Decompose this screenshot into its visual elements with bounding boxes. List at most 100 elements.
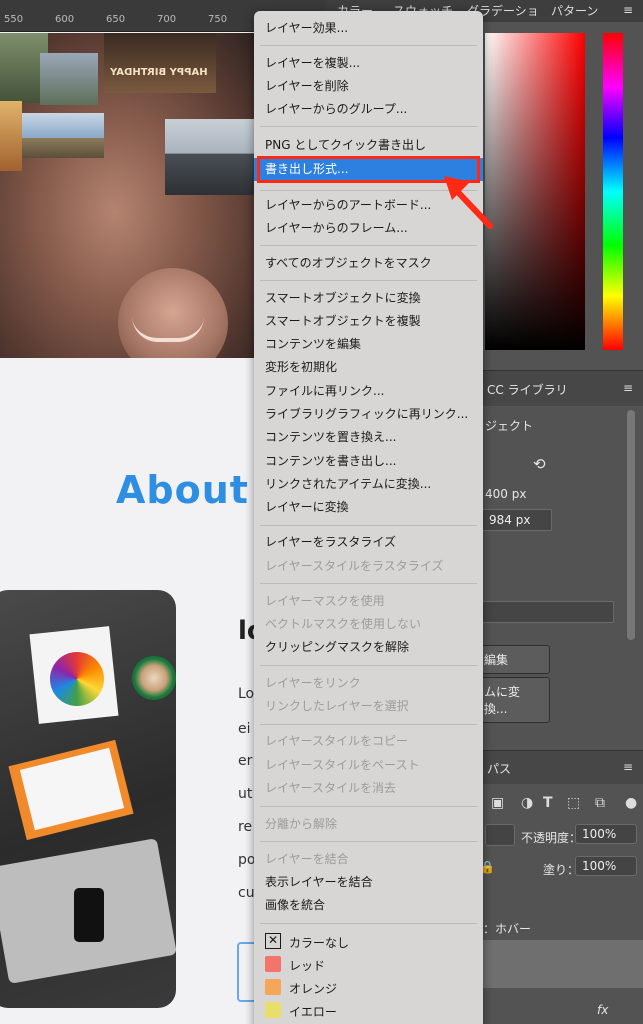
menu-item-enable-layer-mask: レイヤーマスクを使用 bbox=[265, 594, 385, 608]
menu-item-release-isolation: 分離から解除 bbox=[265, 817, 338, 831]
menu-item-link-layers: レイヤーをリンク bbox=[265, 676, 361, 690]
menu-item-disable-vector-mask: ベクトルマスクを使用しない bbox=[265, 617, 422, 631]
building-photo bbox=[165, 119, 255, 195]
opacity-field[interactable]: 100% bbox=[575, 824, 637, 844]
menu-separator bbox=[260, 126, 477, 127]
paragraph-fragment: Lo bbox=[238, 686, 255, 702]
type-filter-icon[interactable]: T bbox=[543, 795, 553, 811]
blend-mode-select[interactable] bbox=[485, 824, 515, 846]
fill-field[interactable]: 100% bbox=[575, 856, 637, 876]
menu-separator bbox=[260, 525, 477, 526]
properties-scrollbar[interactable] bbox=[627, 410, 635, 640]
fx-icon[interactable]: fx bbox=[597, 1003, 608, 1017]
layer-context-menu: レイヤー効果... レイヤーを複製... レイヤーを削除 レイヤーからのグループ… bbox=[254, 11, 483, 1024]
collage-photo bbox=[22, 113, 104, 158]
filter-toggle-icon[interactable]: ● bbox=[625, 795, 637, 811]
tab-cc-libraries[interactable]: CC ライブラリ bbox=[487, 381, 568, 398]
edit-contents-button[interactable]: 編集 bbox=[475, 645, 550, 674]
menu-item-copy-layer-style: レイヤースタイルをコピー bbox=[265, 734, 409, 748]
menu-item-convert-linked[interactable]: リンクされたアイテムに変換... bbox=[254, 473, 483, 496]
color-label: オレンジ bbox=[289, 982, 338, 996]
height-field[interactable]: 984 px bbox=[482, 509, 552, 531]
color-wheel bbox=[50, 652, 104, 706]
phone bbox=[74, 888, 104, 942]
no-color-icon: ✕ bbox=[265, 933, 281, 949]
menu-item-convert-to-layers[interactable]: レイヤーに変換 bbox=[254, 496, 483, 519]
properties-object-label: ジェクト bbox=[485, 419, 534, 433]
desk-photo bbox=[0, 590, 176, 1008]
ruler-label: 650 bbox=[106, 14, 126, 25]
menu-item-export-contents[interactable]: コンテンツを書き出し... bbox=[254, 450, 483, 473]
menu-item-flatten-image[interactable]: 画像を統合 bbox=[254, 894, 483, 917]
callout-arrow-icon bbox=[444, 176, 493, 229]
paragraph-fragment: re bbox=[238, 819, 253, 835]
menu-item-convert-smart-object[interactable]: スマートオブジェクトに変換 bbox=[254, 287, 483, 310]
menu-separator bbox=[260, 665, 477, 666]
finger-image bbox=[118, 268, 228, 358]
tab-paths[interactable]: パス bbox=[487, 760, 511, 777]
menu-item-replace-contents[interactable]: コンテンツを置き換え... bbox=[254, 426, 483, 449]
opacity-label: 不透明度： bbox=[521, 831, 582, 845]
menu-separator bbox=[260, 806, 477, 807]
menu-item-group-from-layers[interactable]: レイヤーからのグループ... bbox=[254, 98, 483, 121]
color-label: レッド bbox=[289, 959, 326, 973]
convert-button[interactable]: ムに変換... bbox=[475, 677, 550, 723]
menu-item-select-linked-layers: リンクしたレイヤーを選択 bbox=[265, 699, 409, 713]
paragraph-fragment: er bbox=[238, 753, 253, 769]
menu-item-quick-export-png[interactable]: PNG としてクイック書き出し bbox=[254, 134, 483, 157]
ruler-label: 750 bbox=[208, 14, 228, 25]
paragraph-fragment: ei bbox=[238, 721, 251, 737]
color-label: カラーなし bbox=[289, 936, 350, 950]
red-swatch-icon bbox=[265, 956, 281, 972]
menu-separator bbox=[260, 280, 477, 281]
shape-filter-icon[interactable]: ⬚ bbox=[567, 795, 580, 811]
menu-item-relink-to-file[interactable]: ファイルに再リンク... bbox=[254, 380, 483, 403]
reset-rotation-icon[interactable]: ⟲ bbox=[533, 455, 546, 473]
menu-item-edit-contents[interactable]: コンテンツを編集 bbox=[254, 333, 483, 356]
ruler-label: 700 bbox=[157, 14, 177, 25]
panel-menu-icon[interactable]: ≡ bbox=[623, 760, 633, 774]
properties-dropdown[interactable] bbox=[482, 601, 614, 623]
width-value: 400 px bbox=[485, 487, 527, 501]
menu-item-delete-layer[interactable]: レイヤーを削除 bbox=[254, 75, 483, 98]
paragraph-fragment: cu bbox=[238, 885, 255, 901]
collage-photo bbox=[40, 53, 98, 105]
menu-item-duplicate-smart-object[interactable]: スマートオブジェクトを複製 bbox=[254, 310, 483, 333]
hue-slider[interactable] bbox=[603, 33, 623, 350]
paragraph-fragment: po bbox=[238, 852, 256, 868]
menu-separator bbox=[260, 841, 477, 842]
pixel-filter-icon[interactable]: ▣ bbox=[491, 795, 504, 811]
tab-patterns[interactable]: パターン bbox=[551, 2, 598, 19]
menu-item-merge-layers: レイヤーを結合 bbox=[265, 852, 349, 866]
layer-name[interactable]: ：ホバー bbox=[483, 920, 531, 937]
menu-item-duplicate-layer[interactable]: レイヤーを複製... bbox=[254, 52, 483, 75]
menu-separator bbox=[260, 45, 477, 46]
menu-item-paste-layer-style: レイヤースタイルをペースト bbox=[265, 758, 420, 772]
ruler-label: 550 bbox=[4, 14, 24, 25]
menu-separator bbox=[260, 583, 477, 584]
adjustment-filter-icon[interactable]: ◑ bbox=[521, 795, 533, 811]
menu-separator bbox=[260, 245, 477, 246]
menu-item-rasterize-layer[interactable]: レイヤーをラスタライズ bbox=[254, 531, 483, 554]
yellow-swatch-icon bbox=[265, 1002, 281, 1018]
panel-menu-icon[interactable]: ≡ bbox=[623, 3, 633, 17]
color-label: イエロー bbox=[289, 1005, 337, 1019]
menu-item-layer-effects[interactable]: レイヤー効果... bbox=[254, 17, 483, 40]
ruler-label: 600 bbox=[55, 14, 75, 25]
menu-item-relink-library-graphic[interactable]: ライブラリグラフィックに再リンク... bbox=[254, 403, 483, 426]
canvas-hero-image: HAPPY BIRTHDAY bbox=[0, 33, 255, 358]
menu-item-mask-all-objects[interactable]: すべてのオブジェクトをマスク bbox=[254, 252, 483, 275]
fill-label: 塗り： bbox=[543, 863, 580, 877]
smart-object-filter-icon[interactable]: ⧉ bbox=[595, 795, 605, 811]
menu-separator bbox=[260, 923, 477, 924]
collage-photo bbox=[0, 101, 22, 171]
menu-item-reset-transform[interactable]: 変形を初期化 bbox=[254, 356, 483, 379]
panel-menu-icon[interactable]: ≡ bbox=[623, 381, 633, 395]
about-heading: About bbox=[116, 468, 249, 512]
menu-item-release-clipping-mask[interactable]: クリッピングマスクを解除 bbox=[254, 636, 483, 659]
menu-item-merge-visible[interactable]: 表示レイヤーを結合 bbox=[254, 871, 483, 894]
color-picker-field[interactable] bbox=[485, 33, 585, 350]
orange-swatch-icon bbox=[265, 979, 281, 995]
menu-separator bbox=[260, 724, 477, 725]
menu-item-rasterize-layer-style: レイヤースタイルをラスタライズ bbox=[265, 559, 444, 573]
